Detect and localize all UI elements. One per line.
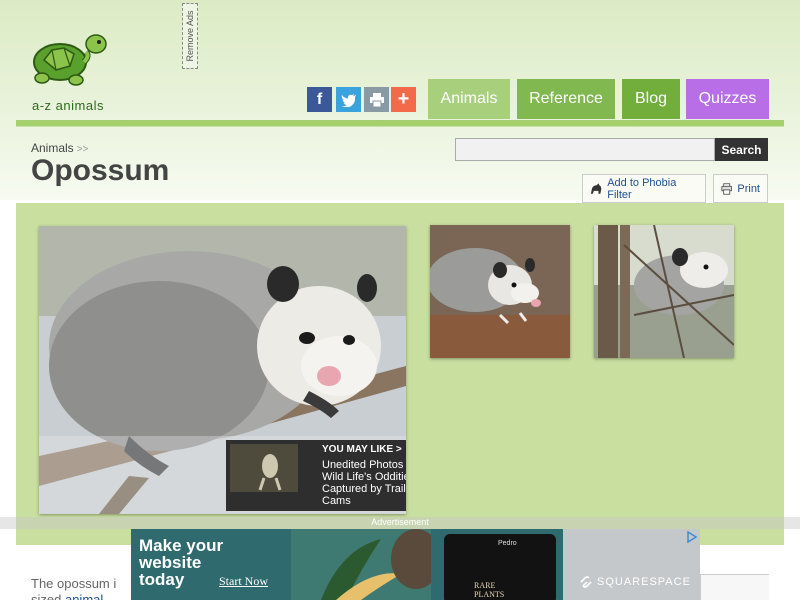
facebook-icon: f xyxy=(316,90,323,108)
opossum-photo-2[interactable] xyxy=(430,225,570,358)
turtle-logo-icon[interactable] xyxy=(30,32,110,90)
breadcrumb: Animals >> xyxy=(31,141,88,155)
article-intro-line-1: The opossum i xyxy=(31,576,117,591)
site-logo-text[interactable]: a-z animals xyxy=(32,98,104,113)
nav-reference[interactable]: Reference xyxy=(517,79,615,119)
trail-cam-thumbnail-image xyxy=(230,444,298,492)
squarespace-brand: SQUARESPACE xyxy=(579,576,691,588)
squarespace-ad-banner[interactable]: Make your website today Start Now Pedro … xyxy=(131,529,700,600)
remove-ads-label: Remove Ads xyxy=(185,10,195,62)
print-button[interactable]: Print xyxy=(713,174,768,203)
print-icon xyxy=(369,92,384,107)
ad-phone-mockup: Pedro RARE PLANTS xyxy=(444,534,556,600)
ad-phone-brand: Pedro xyxy=(498,540,517,547)
print-label: Print xyxy=(737,182,760,195)
opossum-photo-2-image xyxy=(430,225,570,358)
squarespace-logo-icon xyxy=(580,576,592,588)
nav-quizzes[interactable]: Quizzes xyxy=(686,79,769,119)
animal-silhouette-icon xyxy=(590,182,602,194)
advertisement-label: Advertisement xyxy=(0,517,800,529)
twitter-icon xyxy=(341,93,356,107)
sidebar-box xyxy=(700,574,769,600)
ad-brand-panel: SQUARESPACE xyxy=(563,529,700,600)
nav-animals[interactable]: Animals xyxy=(428,79,510,119)
you-may-like-heading: YOU MAY LIKE > xyxy=(322,444,402,455)
you-may-like-heading-text: YOU MAY LIKE xyxy=(322,444,394,455)
article-intro-line-2: sized animal xyxy=(31,592,103,600)
breadcrumb-animals-link[interactable]: Animals xyxy=(31,141,74,155)
plus-icon: + xyxy=(397,88,410,110)
printer-icon xyxy=(721,182,732,195)
you-may-like-link[interactable]: Unedited Photos Wild Life's Oddities Cap… xyxy=(322,459,406,509)
nav-blog[interactable]: Blog xyxy=(622,79,680,119)
ad-choices-icon[interactable] xyxy=(686,531,698,543)
search-input[interactable] xyxy=(455,138,715,161)
you-may-like-widget[interactable]: YOU MAY LIKE > Unedited Photos Wild Life… xyxy=(226,440,406,511)
ad-start-now-link[interactable]: Start Now xyxy=(219,574,268,589)
article-intro-text: sized xyxy=(31,592,65,600)
squarespace-brand-text: SQUARESPACE xyxy=(597,576,691,588)
opossum-photo-3[interactable] xyxy=(594,225,734,358)
header-divider-thin xyxy=(16,126,784,127)
page-title: Opossum xyxy=(31,154,170,187)
ad-phone-text: RARE PLANTS xyxy=(474,581,505,599)
remove-ads-button[interactable]: Remove Ads xyxy=(182,3,198,69)
chevron-right-icon: > xyxy=(395,444,402,455)
animal-link[interactable]: animal xyxy=(65,592,103,600)
opossum-photo-3-image xyxy=(594,225,734,358)
you-may-like-thumbnail[interactable] xyxy=(230,444,298,492)
phobia-filter-label: Add to Phobia Filter xyxy=(607,176,677,201)
more-share-button[interactable]: + xyxy=(391,87,416,112)
search-button[interactable]: Search xyxy=(715,138,768,161)
twitter-share-button[interactable] xyxy=(336,87,361,112)
add-to-phobia-filter-button[interactable]: Add to Phobia Filter xyxy=(582,174,706,203)
print-share-button[interactable] xyxy=(364,87,389,112)
facebook-share-button[interactable]: f xyxy=(307,87,332,112)
